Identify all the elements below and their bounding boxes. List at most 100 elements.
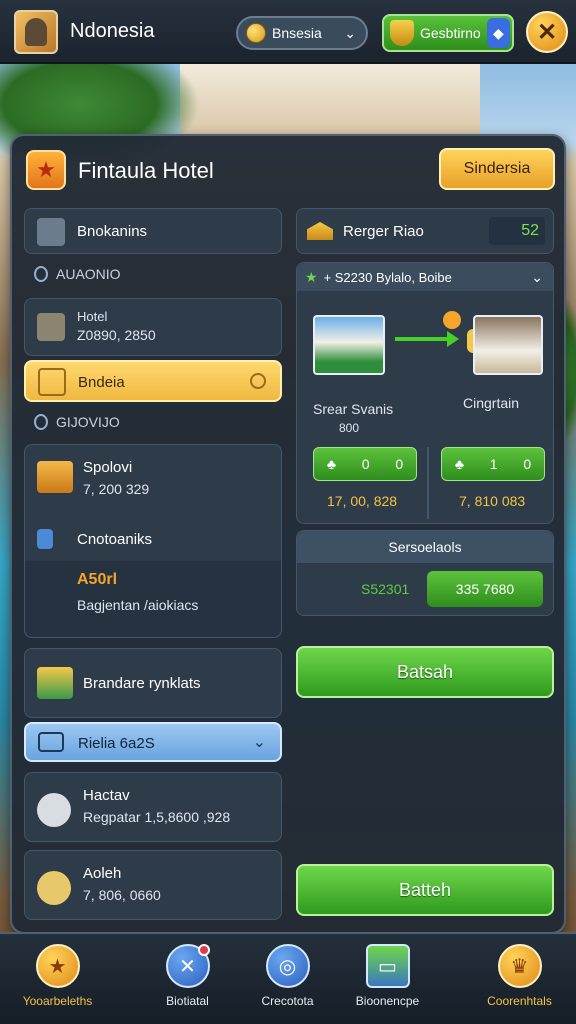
chest-icon: ▭ xyxy=(365,944,410,988)
promo-box[interactable]: A50rl Bagjentan /aiokiacs xyxy=(25,561,281,637)
promo-subtitle: Bagjentan /aiokiacs xyxy=(77,597,199,613)
room-from-name: Srear Svanis xyxy=(313,401,394,417)
brandare-label: Brandare rynklats xyxy=(83,675,201,692)
cnotoaniks-label[interactable]: Cnotoaniks xyxy=(77,531,152,548)
spolovi-title: Spolovi xyxy=(83,459,133,476)
bottom-navigation: ★ Yooarbeleths ✕ Biotiatal ◎ Crecotota ▭… xyxy=(0,932,576,1024)
clock-icon xyxy=(34,414,48,430)
shop-icon xyxy=(37,667,73,699)
close-icon: ✕ xyxy=(536,18,558,46)
selected-item-yellow[interactable]: Bndeia xyxy=(24,360,282,402)
quantity-right-a: 1 xyxy=(489,456,498,472)
currency-badge-button[interactable]: Gesbtirno ◆ xyxy=(382,14,514,52)
promo-title: A50rl xyxy=(77,571,118,588)
room-to-name: Cingrtain xyxy=(463,395,520,411)
divider xyxy=(427,447,429,519)
services-card: Spolovi 7, 200 329 Cnotoaniks A50rl Bagj… xyxy=(24,444,282,638)
cake-icon xyxy=(37,461,73,493)
section-label-1-text: AUAONIO xyxy=(56,266,121,282)
selected-item-label: Bndeia xyxy=(78,374,125,391)
nav-label-0: Yooarbeleths xyxy=(22,994,93,1008)
coin-icon xyxy=(443,311,461,329)
nav-item-2[interactable]: ◎ Crecotota xyxy=(230,944,345,1022)
region-label: Rerger Riao xyxy=(343,223,424,240)
map-icon xyxy=(37,218,65,246)
arrow-head-icon xyxy=(447,331,459,347)
app-logo-icon[interactable] xyxy=(14,10,58,54)
nav-label-2: Crecotota xyxy=(261,994,314,1008)
hactav-value: Regpatar 1,5,8600 ,928 xyxy=(83,809,231,825)
spolovi-value: 7, 200 329 xyxy=(83,481,150,497)
nav-item-1[interactable]: ✕ Biotiatal xyxy=(130,944,245,1022)
notification-dot xyxy=(197,944,210,956)
price-left: 17, 00, 828 xyxy=(327,493,398,509)
quantity-pill-left[interactable]: ♣ 0 0 xyxy=(313,447,417,481)
aoleh-value: 7, 806, 0660 xyxy=(83,887,161,903)
nav-item-3[interactable]: ▭ Bioonencpe xyxy=(330,944,445,1022)
room-dropdown[interactable]: ★ + S2230 Bylalo, Boibe ⌄ xyxy=(297,263,553,291)
star-icon: ★ xyxy=(35,944,80,988)
hotel-icon xyxy=(37,313,65,341)
star-icon: ★ xyxy=(305,268,318,285)
region-value: 52 xyxy=(489,217,545,245)
hotel-card-value: Z0890, 2850 xyxy=(77,327,156,343)
app-title: Ndonesia xyxy=(70,20,155,42)
top-bar: Ndonesia Bnsesia ⌄ Gesbtirno ◆ ✕ xyxy=(0,0,576,64)
bookings-label: Bnokanins xyxy=(77,223,148,240)
house-icon xyxy=(307,222,333,240)
briefcase-icon xyxy=(38,368,66,396)
summary-title: Sersoelaols xyxy=(297,531,553,563)
crown-icon: ♛ xyxy=(497,944,542,988)
language-selector-label: Bnsesia xyxy=(272,25,322,41)
quantity-pill-right[interactable]: ♣ 1 0 xyxy=(441,447,545,481)
blue-selector[interactable]: Rielia 6a2S ⌄ xyxy=(24,722,282,762)
hotel-panel: ★ Fintaula Hotel Sindersia Bnokanins AUA… xyxy=(10,134,566,934)
chevron-down-icon: ⌄ xyxy=(531,268,543,285)
region-row[interactable]: Rerger Riao 52 xyxy=(296,208,554,254)
cup-icon xyxy=(37,529,53,549)
bookings-row[interactable]: Bnokanins xyxy=(24,208,282,254)
section-label-2: GIJOVIJO xyxy=(34,414,120,430)
nav-item-0[interactable]: ★ Yooarbeleths xyxy=(0,944,115,1022)
room-from-sub: 800 xyxy=(339,421,360,435)
nav-label-4: Coorenhtals xyxy=(487,994,552,1008)
chevron-down-icon: ⌄ xyxy=(344,24,356,41)
summary-card: Sersoelaols S52301 335 7680 xyxy=(296,530,554,616)
brandare-card[interactable]: Brandare rynklats xyxy=(24,648,282,718)
room-thumbnail-to[interactable] xyxy=(473,315,543,375)
price-right: 7, 810 083 xyxy=(459,493,526,509)
secondary-action-button[interactable]: Batteh xyxy=(296,864,554,916)
tools-icon: ✕ xyxy=(165,944,210,988)
room-thumbnail-from[interactable] xyxy=(313,315,385,375)
aoleh-card[interactable]: Aoleh 7, 806, 0660 xyxy=(24,850,282,920)
summary-right-value[interactable]: 335 7680 xyxy=(427,571,543,607)
location-icon xyxy=(250,373,266,389)
panel-title: Fintaula Hotel xyxy=(78,158,214,183)
chevron-down-icon: ⌄ xyxy=(252,734,266,751)
section-label-2-text: GIJOVIJO xyxy=(56,414,120,430)
nav-label-1: Biotiatal xyxy=(166,994,209,1008)
id-card-icon xyxy=(38,732,64,752)
clover-icon: ♣ xyxy=(454,456,465,472)
language-selector[interactable]: Bnsesia ⌄ xyxy=(236,16,368,50)
hotel-card-title: Hotel xyxy=(77,309,108,324)
summary-left-value: S52301 xyxy=(361,581,410,597)
pin-icon xyxy=(34,266,48,282)
background-hotel-building xyxy=(180,64,480,144)
quantity-right-b: 0 xyxy=(523,456,532,472)
shield-icon xyxy=(390,20,414,46)
close-button[interactable]: ✕ xyxy=(526,11,568,53)
nav-label-3: Bioonencpe xyxy=(355,994,420,1008)
section-label-1: AUAONIO xyxy=(34,266,121,282)
clover-icon: ♣ xyxy=(326,456,337,472)
hotel-card[interactable]: Hotel Z0890, 2850 xyxy=(24,298,282,356)
primary-action-button[interactable]: Batsah xyxy=(296,646,554,698)
hactav-card[interactable]: Hactav Regpatar 1,5,8600 ,928 xyxy=(24,772,282,842)
star-icon: ★ xyxy=(26,150,66,190)
aoleh-title: Aoleh xyxy=(83,865,122,882)
gear-icon xyxy=(37,793,71,827)
panel-top-button[interactable]: Sindersia xyxy=(439,148,555,190)
quantity-left-b: 0 xyxy=(395,456,404,472)
arrow-icon xyxy=(395,337,455,341)
nav-item-4[interactable]: ♛ Coorenhtals xyxy=(462,944,576,1022)
